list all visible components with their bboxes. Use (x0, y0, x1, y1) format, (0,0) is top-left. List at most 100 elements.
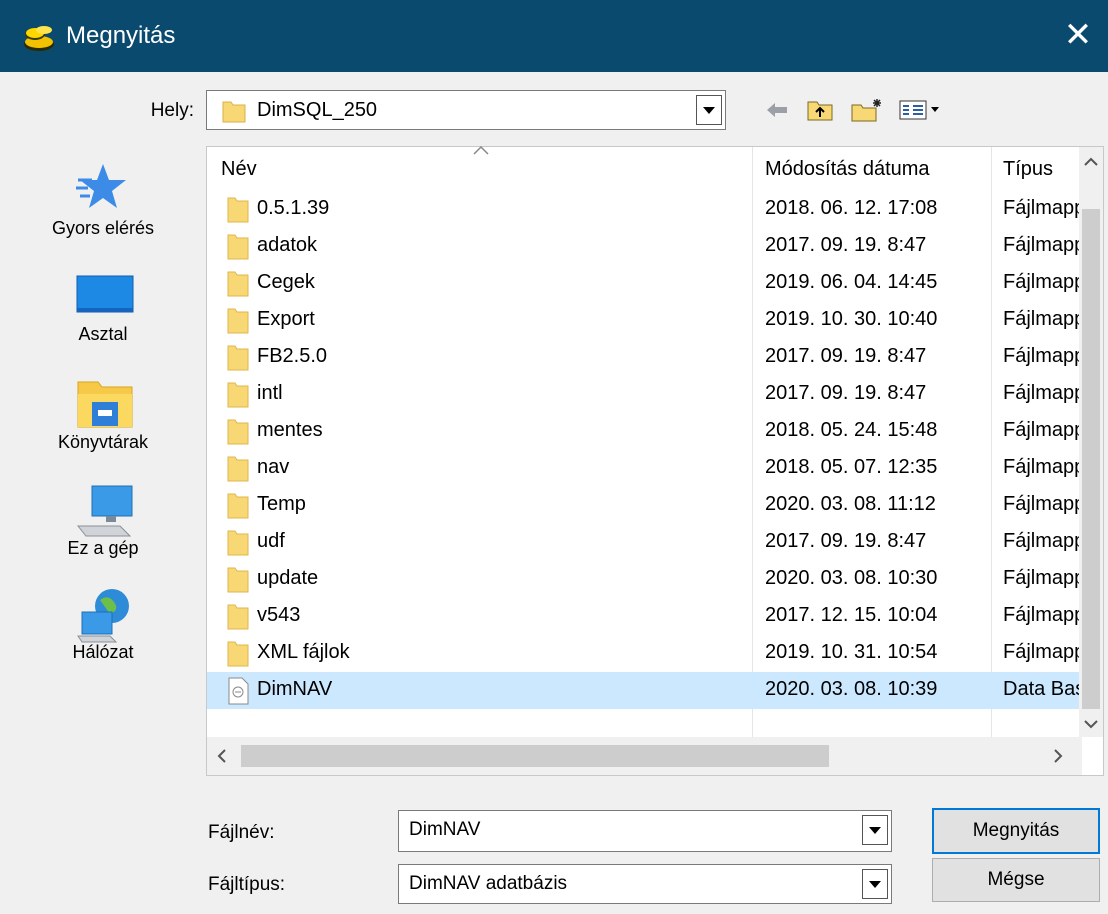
file-type: Fájlmappa (1003, 641, 1079, 663)
filetype-select[interactable]: DimNAV adatbázis (398, 864, 892, 904)
chevron-down-icon (703, 106, 715, 114)
file-date: 2017. 09. 19. 8:47 (765, 234, 927, 256)
folder-icon (227, 530, 249, 556)
chevron-down-icon (869, 880, 881, 888)
file-date: 2020. 03. 08. 10:30 (765, 567, 938, 589)
folder-icon (227, 234, 249, 260)
star-icon (76, 164, 126, 208)
folder-icon (227, 641, 249, 667)
database-file-icon (228, 677, 249, 705)
file-row[interactable]: intl 2017. 09. 19. 8:47 Fájlmappa (207, 376, 1082, 413)
file-type: Fájlmappa (1003, 567, 1079, 589)
location-dropdown-button[interactable] (696, 95, 722, 125)
file-name: intl (257, 382, 283, 404)
horizontal-scrollbar[interactable] (207, 737, 1082, 775)
up-folder-icon[interactable] (804, 96, 836, 124)
file-name: Cegek (257, 271, 315, 293)
window-title: Megnyitás (66, 22, 176, 49)
file-type: Fájlmappa (1003, 456, 1079, 478)
file-list[interactable]: Név Módosítás dátuma Típus 0.5.1.39 2018.… (206, 145, 1104, 776)
filetype-value: DimNAV adatbázis (409, 873, 568, 894)
file-row[interactable]: 0.5.1.39 2018. 06. 12. 17:08 Fájlmappa (207, 191, 1082, 228)
file-date: 2019. 10. 30. 10:40 (765, 308, 938, 330)
file-type: Fájlmappa (1003, 493, 1079, 515)
title-bar: Megnyitás ✕ (0, 0, 1108, 72)
place-label: Ez a gép (67, 538, 139, 558)
vertical-scroll-thumb[interactable] (1082, 209, 1100, 709)
file-date: 2017. 09. 19. 8:47 (765, 530, 927, 552)
place-this-pc[interactable]: Ez a gép (0, 468, 206, 568)
new-folder-icon[interactable] (848, 96, 886, 124)
file-date: 2018. 06. 12. 17:08 (765, 197, 938, 219)
scroll-up-icon[interactable] (1084, 157, 1098, 167)
app-icon (24, 26, 54, 51)
close-button[interactable]: ✕ (1048, 0, 1108, 72)
folder-icon (227, 382, 249, 408)
folder-icon (227, 197, 249, 223)
file-type: Fájlmappa (1003, 530, 1079, 552)
chevron-down-icon (869, 826, 881, 834)
file-date: 2020. 03. 08. 11:12 (765, 493, 936, 515)
place-network[interactable]: Hálózat (0, 572, 206, 672)
scroll-right-icon[interactable] (1053, 749, 1063, 763)
file-name: Export (257, 308, 315, 330)
file-name: FB2.5.0 (257, 345, 328, 367)
file-date: 2019. 06. 04. 14:45 (765, 271, 938, 293)
file-row[interactable]: mentes 2018. 05. 24. 15:48 Fájlmappa (207, 413, 1082, 450)
scroll-down-icon[interactable] (1084, 719, 1098, 729)
file-name: v543 (257, 604, 301, 626)
back-arrow-icon[interactable] (762, 96, 792, 124)
file-type: Fájlmappa (1003, 308, 1079, 330)
file-type: Fájlmappa (1003, 345, 1079, 367)
vertical-scrollbar[interactable] (1079, 147, 1103, 737)
file-row[interactable]: DimNAV 2020. 03. 08. 10:39 Data Base (207, 672, 1082, 709)
filename-combo[interactable]: DimNAV (398, 810, 892, 852)
file-name: 0.5.1.39 (257, 197, 330, 219)
folder-icon (227, 419, 249, 445)
file-type: Fájlmappa (1003, 234, 1079, 256)
column-header-name[interactable]: Név (221, 147, 257, 191)
open-button[interactable]: Megnyitás (932, 808, 1100, 854)
view-menu-icon[interactable] (896, 96, 952, 124)
desktop-icon (76, 275, 134, 313)
filetype-dropdown-button[interactable] (862, 869, 888, 899)
file-row[interactable]: Export 2019. 10. 30. 10:40 Fájlmappa (207, 302, 1082, 339)
libraries-icon (77, 381, 133, 428)
filename-input[interactable]: DimNAV (409, 819, 480, 841)
folder-icon (227, 456, 249, 482)
scroll-left-icon[interactable] (217, 749, 227, 763)
file-type: Data Base (1003, 678, 1079, 700)
column-header-date[interactable]: Módosítás dátuma (765, 147, 930, 191)
filename-dropdown-button[interactable] (862, 815, 888, 845)
file-row[interactable]: udf 2017. 09. 19. 8:47 Fájlmappa (207, 524, 1082, 561)
sort-ascending-icon (473, 145, 489, 155)
file-row[interactable]: update 2020. 03. 08. 10:30 Fájlmappa (207, 561, 1082, 598)
computer-icon (76, 485, 133, 537)
cancel-button[interactable]: Mégse (932, 858, 1100, 902)
column-header-type[interactable]: Típus (1003, 147, 1053, 191)
file-row[interactable]: Cegek 2019. 06. 04. 14:45 Fájlmappa (207, 265, 1082, 302)
file-row[interactable]: adatok 2017. 09. 19. 8:47 Fájlmappa (207, 228, 1082, 265)
file-row[interactable]: Temp 2020. 03. 08. 11:12 Fájlmappa (207, 487, 1082, 524)
place-quick-access[interactable]: Gyors elérés (0, 146, 206, 246)
file-row[interactable]: FB2.5.0 2017. 09. 19. 8:47 Fájlmappa (207, 339, 1082, 376)
folder-icon (222, 101, 246, 123)
file-date: 2017. 09. 19. 8:47 (765, 382, 927, 404)
file-date: 2019. 10. 31. 10:54 (765, 641, 938, 663)
file-row[interactable]: XML fájlok 2019. 10. 31. 10:54 Fájlmappa (207, 635, 1082, 672)
file-type: Fájlmappa (1003, 271, 1079, 293)
file-row[interactable]: v543 2017. 12. 15. 10:04 Fájlmappa (207, 598, 1082, 635)
horizontal-scroll-thumb[interactable] (241, 745, 829, 767)
file-type: Fájlmappa (1003, 197, 1079, 219)
folder-icon (227, 271, 249, 297)
place-desktop[interactable]: Asztal (0, 254, 206, 354)
location-combo[interactable]: DimSQL_250 (206, 90, 726, 130)
folder-icon (227, 493, 249, 519)
place-libraries[interactable]: Könyvtárak (0, 362, 206, 462)
folder-icon (227, 604, 249, 630)
file-date: 2018. 05. 24. 15:48 (765, 419, 938, 441)
file-name: Temp (257, 493, 306, 515)
place-label: Gyors elérés (51, 218, 155, 238)
file-row[interactable]: nav 2018. 05. 07. 12:35 Fájlmappa (207, 450, 1082, 487)
folder-icon (227, 567, 249, 593)
